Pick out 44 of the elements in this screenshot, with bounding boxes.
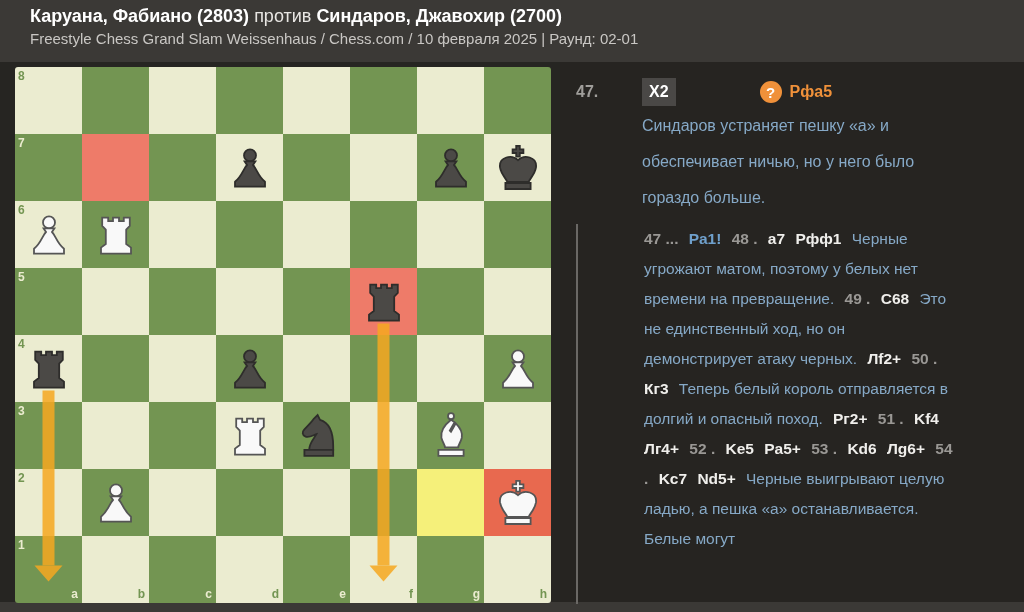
game-info: Freestyle Chess Grand Slam Weissenhaus / Chess.com / 10 февраля 2025 | Раунд: 02-01 bbox=[30, 30, 640, 47]
rank-label: 5 bbox=[18, 270, 25, 284]
board-square[interactable]: h bbox=[484, 536, 551, 603]
annotated-move[interactable]: Рфа5 bbox=[789, 83, 833, 101]
board-square[interactable]: 5 bbox=[15, 268, 82, 335]
highlighted-square[interactable] bbox=[350, 268, 417, 335]
board-square[interactable]: 7 bbox=[15, 134, 82, 201]
board-square[interactable] bbox=[484, 134, 551, 201]
board-square[interactable]: 4 bbox=[15, 335, 82, 402]
board-square[interactable] bbox=[417, 402, 484, 469]
board-square[interactable]: g bbox=[417, 536, 484, 603]
file-label: h bbox=[539, 587, 547, 601]
rank-label: 7 bbox=[18, 136, 25, 150]
rank-label: 6 bbox=[18, 203, 25, 217]
game-title: Каруана, Фабиано (2803) против Синдаров, Джавохир (2700) bbox=[30, 6, 564, 27]
move-chip[interactable]: X2 bbox=[642, 78, 676, 106]
board-square[interactable]: b bbox=[82, 536, 149, 603]
board-square[interactable]: c bbox=[149, 536, 216, 603]
board-square[interactable]: e bbox=[283, 536, 350, 603]
file-label: f bbox=[409, 587, 413, 601]
board-square[interactable]: 8 bbox=[15, 67, 82, 134]
board-square[interactable]: 6 bbox=[15, 201, 82, 268]
board-square[interactable] bbox=[484, 335, 551, 402]
rank-label: 3 bbox=[18, 404, 25, 418]
move-number: 47. bbox=[576, 83, 600, 101]
move-comment: Синдаров устраняет пешку «а» и обеспечивает ничью, но у него было гораздо больше. bbox=[642, 116, 916, 208]
file-label: g bbox=[472, 587, 480, 601]
file-label: a bbox=[71, 587, 78, 601]
board-square[interactable] bbox=[216, 402, 283, 469]
file-label: d bbox=[271, 587, 279, 601]
board-square[interactable] bbox=[82, 201, 149, 268]
mistake-icon: ? bbox=[759, 81, 782, 103]
board-square[interactable] bbox=[82, 469, 149, 536]
file-label: c bbox=[205, 587, 212, 601]
rank-label: 4 bbox=[18, 337, 25, 351]
board-square[interactable] bbox=[216, 134, 283, 201]
file-label: b bbox=[137, 587, 145, 601]
rank-label: 2 bbox=[18, 471, 25, 485]
highlighted-square[interactable] bbox=[484, 469, 551, 536]
variation-text: 47 ... Ра1! 48 . а7 Рфф1 Черные угрожают матом, поэтому у белых нет времени на превращение. 49 . С68 Это не единственный ход, но он демонстрирует атаку черных. Лf2+ 50 . Кг3 Теперь белый король отправляется в долгий и опасный поход. Рг2+ 51 . Kf4 Лг4+ 52 . Ke5 Pa5+ 53 . Kd6 Лg6+ 54 . Kc7 Nd5+ Черные выигрывают целую ладью, а пешка «а» останавливается. Белые могут bbox=[644, 229, 954, 549]
board-square[interactable]: d bbox=[216, 536, 283, 603]
rank-label: 1 bbox=[18, 538, 25, 552]
file-label: e bbox=[339, 587, 346, 601]
rank-label: 8 bbox=[18, 69, 25, 83]
